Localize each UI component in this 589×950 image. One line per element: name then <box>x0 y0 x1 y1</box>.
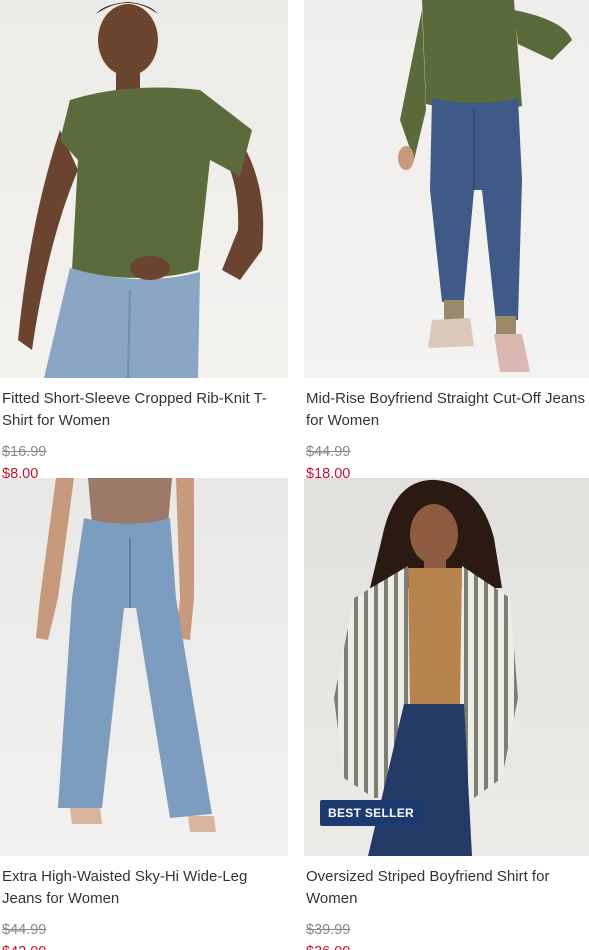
product-card[interactable]: Fitted Short-Sleeve Cropped Rib-Knit T-S… <box>0 0 288 484</box>
product-image[interactable]: BEST SELLER <box>304 478 589 856</box>
product-image[interactable] <box>304 0 589 378</box>
best-seller-badge: BEST SELLER <box>320 800 422 826</box>
sale-price: $42.00 <box>2 942 286 950</box>
original-price: $44.99 <box>2 922 47 938</box>
product-image[interactable] <box>0 0 288 378</box>
sale-price: $36.00 <box>306 942 587 950</box>
original-price: $39.99 <box>306 922 351 938</box>
product-title[interactable]: Extra High-Waisted Sky-Hi Wide-Leg Jeans… <box>2 866 286 910</box>
product-title[interactable]: Fitted Short-Sleeve Cropped Rib-Knit T-S… <box>2 388 286 432</box>
product-card[interactable]: BEST SELLER Oversized Striped Boyfriend … <box>304 478 589 950</box>
original-price: $44.99 <box>306 444 351 460</box>
product-grid: Fitted Short-Sleeve Cropped Rib-Knit T-S… <box>0 0 589 950</box>
product-card[interactable]: Extra High-Waisted Sky-Hi Wide-Leg Jeans… <box>0 478 288 950</box>
product-title[interactable]: Mid-Rise Boyfriend Straight Cut-Off Jean… <box>306 388 587 432</box>
product-card[interactable]: Mid-Rise Boyfriend Straight Cut-Off Jean… <box>304 0 589 484</box>
original-price: $16.99 <box>2 444 47 460</box>
product-title[interactable]: Oversized Striped Boyfriend Shirt for Wo… <box>306 866 587 910</box>
product-image[interactable] <box>0 478 288 856</box>
